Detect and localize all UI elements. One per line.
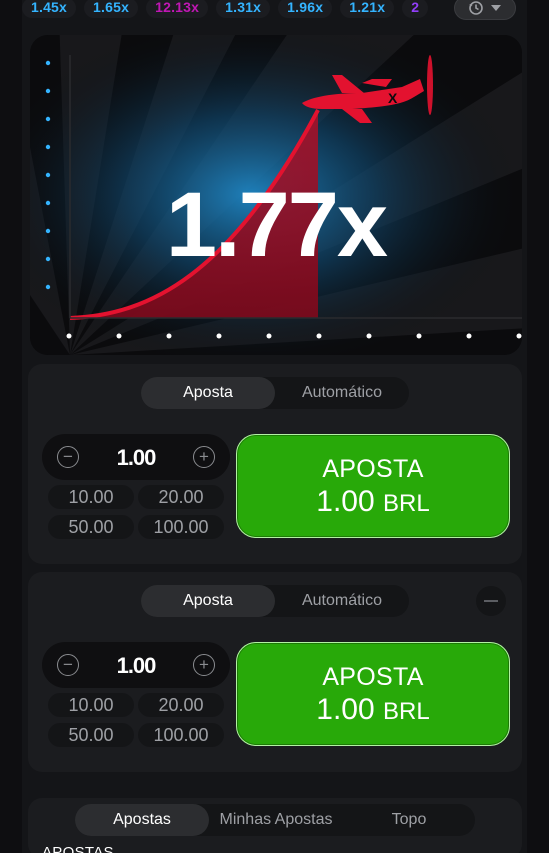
bet-panel-1: Aposta Automático − 1.00 + 10.00 20.00 5… [28,364,522,564]
tab-automatico[interactable]: Automático [275,585,409,617]
tab-apostas[interactable]: Apostas [75,804,209,836]
tab-topo[interactable]: Topo [343,804,475,836]
game-app: 1.45x 1.65x 12.13x 1.31x 1.96x 1.21x 2 X… [22,0,527,853]
history-multiplier[interactable]: 1.21x [340,0,395,18]
history-multiplier[interactable]: 1.45x [22,0,77,18]
bet-panel-2: Aposta Automático − 1.00 + 10.00 20.00 5… [28,572,522,772]
minus-icon [484,600,498,602]
quick-amount-button[interactable]: 50.00 [48,723,134,747]
quick-amount-button[interactable]: 100.00 [138,723,224,747]
bet-button-label: APOSTA [322,455,424,483]
history-multiplier[interactable]: 1.65x [84,0,139,18]
increase-amount-button[interactable]: + [193,654,215,676]
decrease-amount-button[interactable]: − [57,446,79,468]
bet-button-label: APOSTA [322,663,424,691]
place-bet-button[interactable]: APOSTA 1.00 BRL [236,434,510,538]
current-multiplier: 1.77x [165,174,388,276]
bet-button-value: 1.00 [316,693,375,726]
tab-aposta[interactable]: Aposta [141,585,275,617]
history-toggle-button[interactable] [454,0,516,20]
bet-button-amount: 1.00 BRL [237,692,509,730]
bet-amount-stepper: − 1.00 + [42,642,230,688]
bet-button-value: 1.00 [316,485,375,518]
quick-amount-button[interactable]: 20.00 [138,485,224,509]
quick-amount-button[interactable]: 10.00 [48,693,134,717]
decrease-amount-button[interactable]: − [57,654,79,676]
history-multiplier[interactable]: 1.31x [216,0,271,18]
tab-aposta[interactable]: Aposta [141,377,275,409]
quick-amount-button[interactable]: 100.00 [138,515,224,539]
increase-amount-button[interactable]: + [193,446,215,468]
bet-amount-stepper: − 1.00 + [42,434,230,480]
chevron-down-icon [491,5,501,11]
remove-panel-button[interactable] [476,586,506,616]
bet-button-amount: 1.00 BRL [237,484,509,522]
history-multiplier[interactable]: 1.96x [278,0,333,18]
bet-button-currency: BRL [383,698,430,725]
bets-section: Apostas Minhas Apostas Topo APOSTAS [28,798,522,853]
history-multiplier[interactable]: 12.13x [146,0,209,18]
history-clock-icon [469,1,483,15]
place-bet-button[interactable]: APOSTA 1.00 BRL [236,642,510,746]
history-multiplier[interactable]: 2 [402,0,429,18]
bets-section-title: APOSTAS [42,844,114,853]
quick-amount-button[interactable]: 50.00 [48,515,134,539]
quick-amount-button[interactable]: 10.00 [48,485,134,509]
bet-mode-tabs: Aposta Automático [141,377,409,409]
svg-text:X: X [388,90,398,106]
bets-tabs: Apostas Minhas Apostas Topo [75,804,475,836]
multiplier-history: 1.45x 1.65x 12.13x 1.31x 1.96x 1.21x 2 [22,0,527,22]
bet-button-currency: BRL [383,490,430,517]
tab-minhas-apostas[interactable]: Minhas Apostas [209,804,343,836]
bet-mode-tabs: Aposta Automático [141,585,409,617]
game-canvas: X 1.77x [30,35,522,355]
bet-amount-value[interactable]: 1.00 [82,653,190,679]
quick-amount-button[interactable]: 20.00 [138,693,224,717]
tab-automatico[interactable]: Automático [275,377,409,409]
bet-amount-value[interactable]: 1.00 [82,445,190,471]
